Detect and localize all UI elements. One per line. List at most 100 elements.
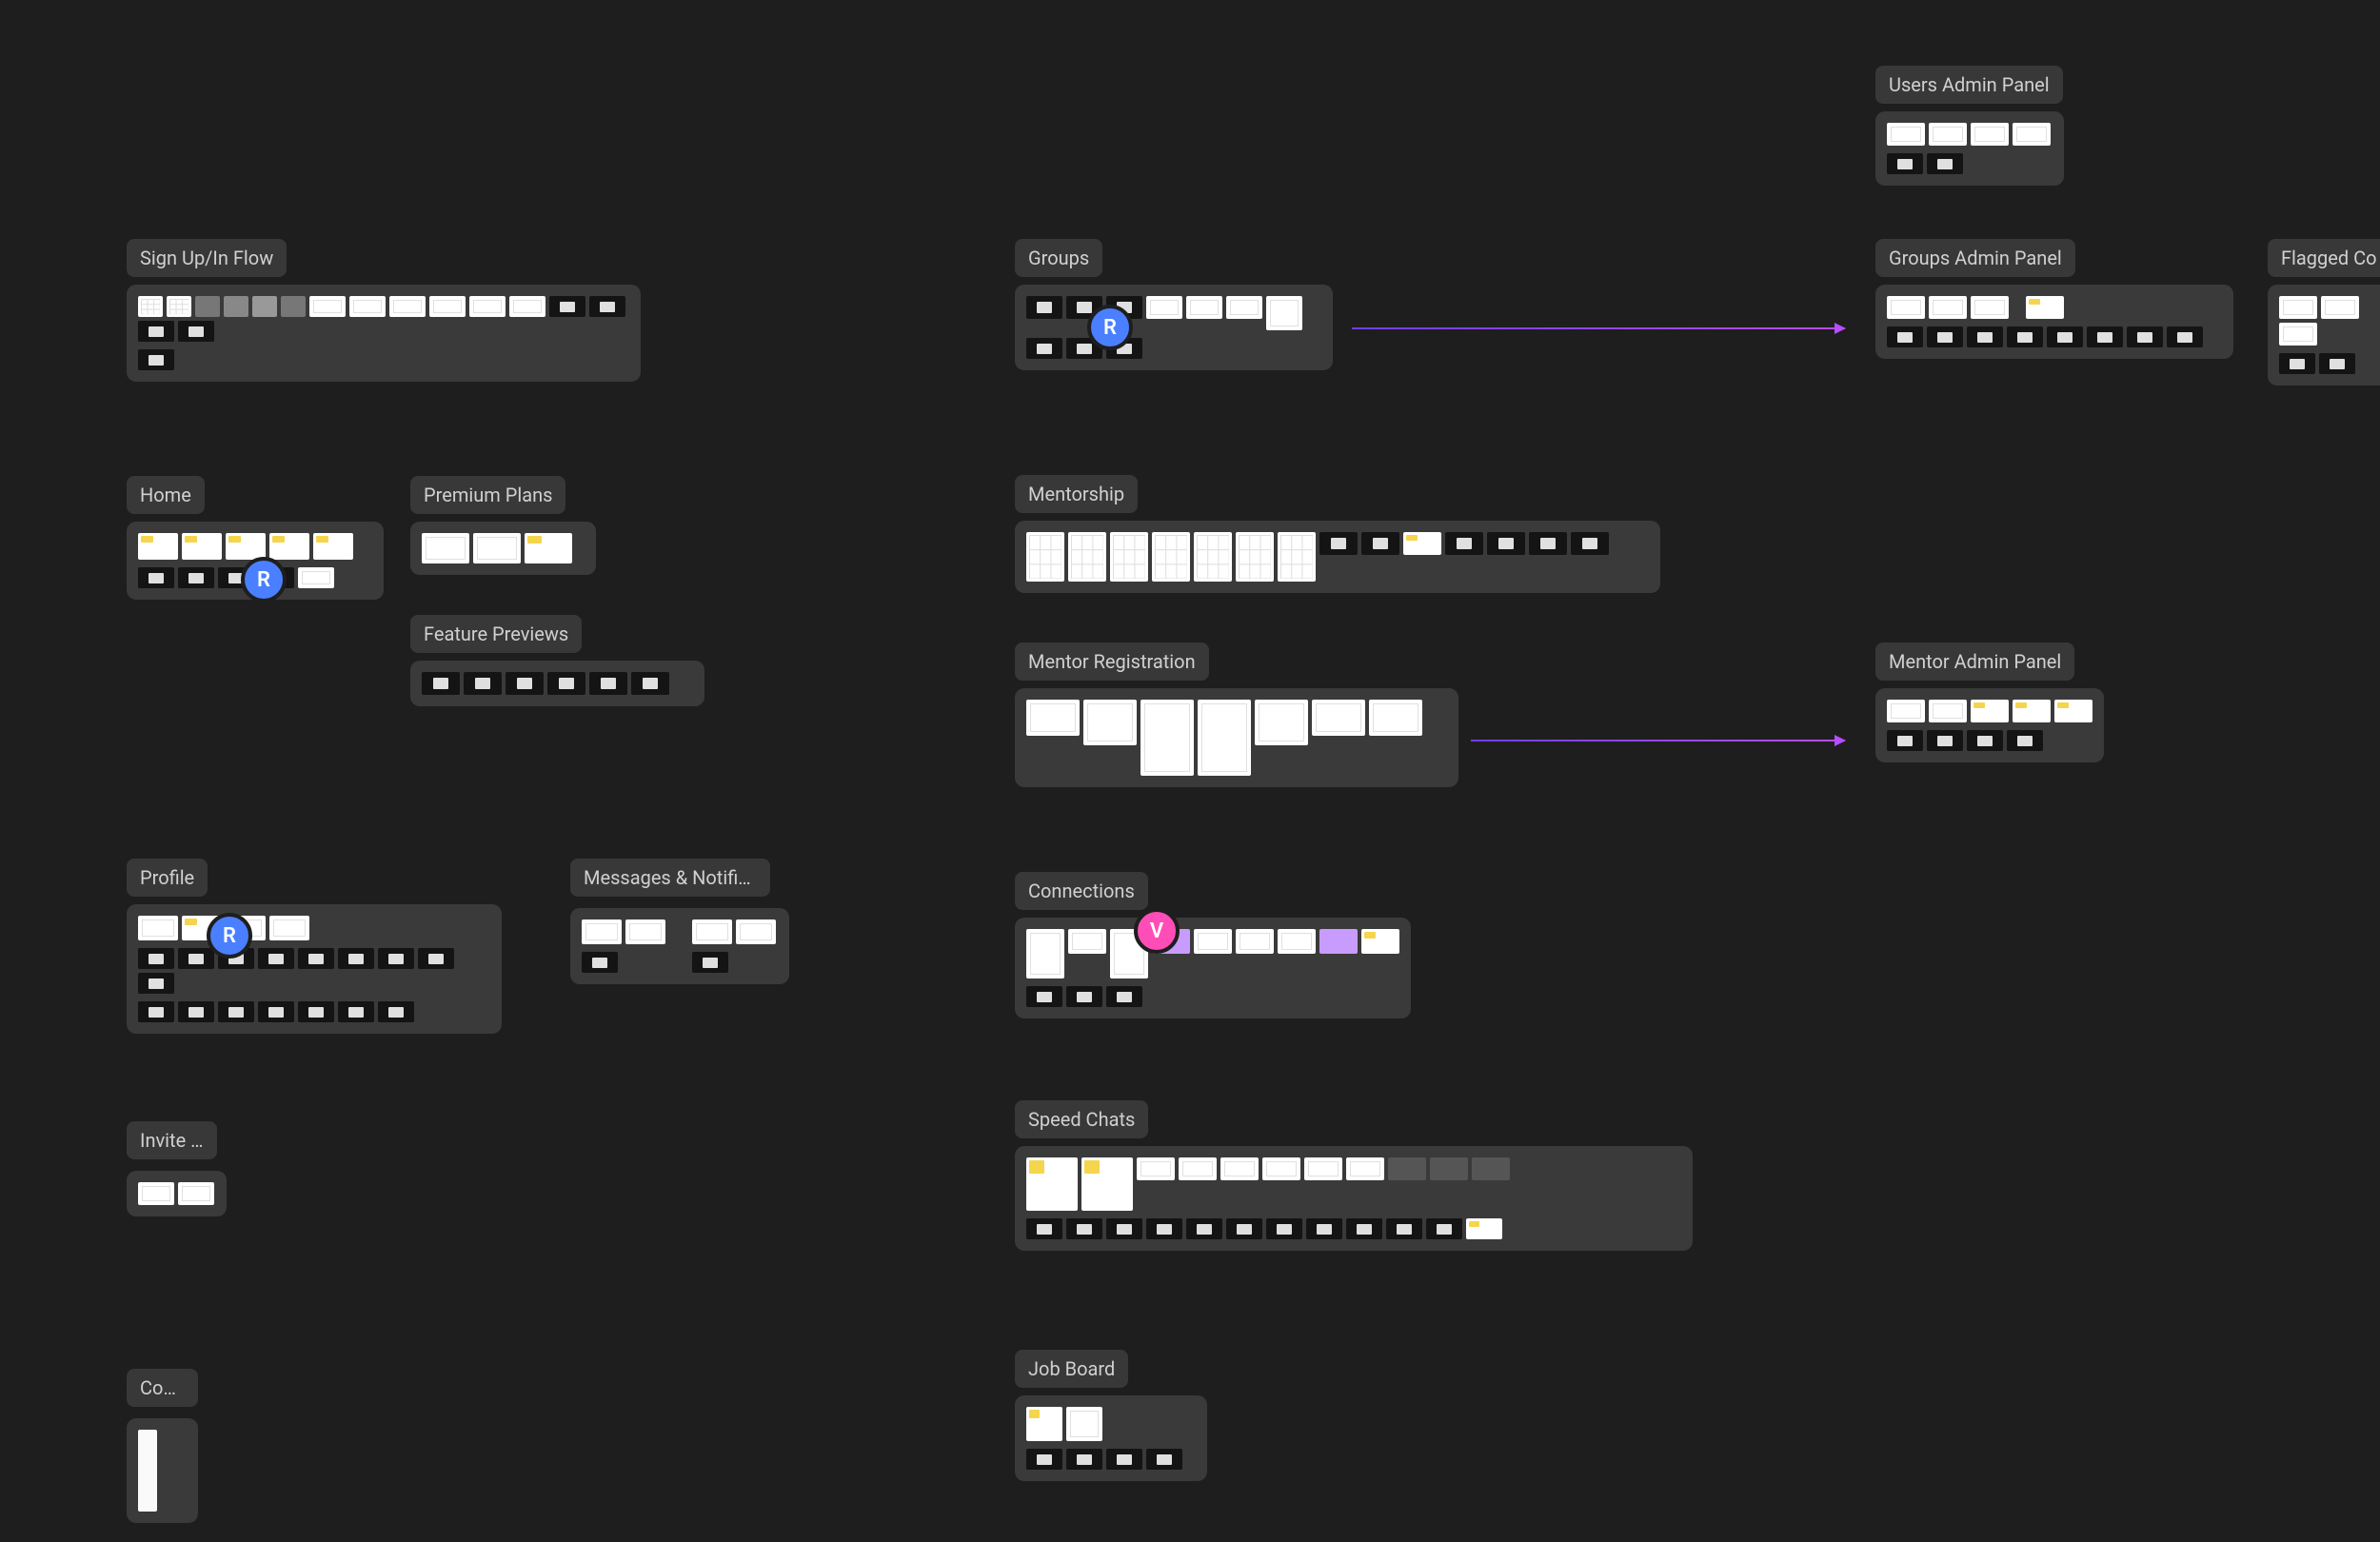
frame-thumb[interactable] <box>138 916 178 940</box>
section-label[interactable]: Job Board <box>1015 1350 1128 1388</box>
section-label[interactable]: Feature Previews <box>410 615 582 653</box>
frame-thumb[interactable] <box>1066 1407 1102 1441</box>
section-premium[interactable]: Premium Plans <box>410 476 596 575</box>
frame-thumb[interactable] <box>338 948 374 969</box>
frame-thumb[interactable] <box>1312 700 1365 736</box>
frame-thumb[interactable] <box>1198 700 1251 776</box>
frame-thumb[interactable] <box>178 948 214 969</box>
frame-thumb[interactable] <box>582 919 622 944</box>
frame-thumb[interactable] <box>1083 700 1137 745</box>
frame-thumb[interactable] <box>1887 700 1925 722</box>
frame-thumb[interactable] <box>178 567 214 588</box>
section-mentor-reg[interactable]: Mentor Registration <box>1015 642 1458 787</box>
frame-thumb[interactable] <box>178 1001 214 1022</box>
frame-thumb[interactable] <box>1194 532 1232 582</box>
frame-thumb[interactable] <box>1403 532 1441 555</box>
frame-thumb[interactable] <box>1110 532 1148 582</box>
frame-thumb[interactable] <box>506 672 544 695</box>
frame-thumb[interactable] <box>1146 296 1182 319</box>
frame-thumb[interactable] <box>182 533 222 560</box>
frame-thumb[interactable] <box>138 296 163 317</box>
frame-thumb[interactable] <box>1430 1157 1468 1180</box>
frame-thumb[interactable] <box>2279 296 2317 319</box>
section-messages[interactable]: Messages & Notifica… <box>570 859 789 984</box>
frame-thumb[interactable] <box>258 1001 294 1022</box>
frame-thumb[interactable] <box>1226 296 1262 319</box>
frame-thumb[interactable] <box>1026 929 1064 979</box>
section-groups[interactable]: Groups <box>1015 239 1333 370</box>
frame-thumb[interactable] <box>1066 1449 1102 1470</box>
section-body[interactable] <box>410 661 704 706</box>
frame-thumb[interactable] <box>252 296 277 317</box>
frame-thumb[interactable] <box>298 567 334 588</box>
frame-thumb[interactable] <box>1927 153 1963 174</box>
frame-thumb[interactable] <box>1306 1218 1342 1239</box>
frame-thumb[interactable] <box>1971 296 2009 319</box>
frame-thumb[interactable] <box>1927 730 1963 751</box>
frame-thumb[interactable] <box>1426 1218 1462 1239</box>
section-body[interactable] <box>1015 521 1660 593</box>
frame-thumb[interactable] <box>1278 929 1316 954</box>
frame-thumb[interactable] <box>338 1001 374 1022</box>
frame-thumb[interactable] <box>1529 532 1567 555</box>
section-body[interactable] <box>2268 285 2380 386</box>
frame-thumb[interactable] <box>1388 1157 1426 1180</box>
frame-thumb[interactable] <box>138 948 174 969</box>
frame-thumb[interactable] <box>2087 326 2123 347</box>
frame-thumb[interactable] <box>138 1182 174 1205</box>
frame-thumb[interactable] <box>429 296 466 317</box>
frame-thumb[interactable] <box>2047 326 2083 347</box>
frame-thumb[interactable] <box>1445 532 1483 555</box>
section-com[interactable]: Com… <box>127 1369 198 1523</box>
frame-thumb[interactable] <box>167 296 191 317</box>
frame-thumb[interactable] <box>178 1182 214 1205</box>
frame-thumb[interactable] <box>736 919 776 944</box>
frame-thumb[interactable] <box>138 1430 157 1512</box>
frame-thumb[interactable] <box>582 952 618 973</box>
frame-thumb[interactable] <box>2279 353 2315 374</box>
frame-thumb[interactable] <box>178 321 214 342</box>
frame-thumb[interactable] <box>509 296 545 317</box>
frame-thumb[interactable] <box>631 672 669 695</box>
frame-thumb[interactable] <box>1369 700 1422 736</box>
frame-thumb[interactable] <box>589 672 627 695</box>
section-label[interactable]: Users Admin Panel <box>1875 66 2063 104</box>
frame-thumb[interactable] <box>1887 730 1923 751</box>
frame-thumb[interactable] <box>2167 326 2203 347</box>
section-label[interactable]: Groups Admin Panel <box>1875 239 2075 277</box>
section-body[interactable] <box>1875 285 2233 359</box>
frame-thumb[interactable] <box>2007 326 2043 347</box>
frame-thumb[interactable] <box>1236 929 1274 954</box>
frame-thumb[interactable] <box>2026 296 2064 319</box>
frame-thumb[interactable] <box>1346 1157 1384 1180</box>
frame-thumb[interactable] <box>625 919 665 944</box>
frame-thumb[interactable] <box>1140 700 1194 776</box>
frame-thumb[interactable] <box>1106 1449 1142 1470</box>
section-features[interactable]: Feature Previews <box>410 615 704 706</box>
frame-thumb[interactable] <box>1081 1157 1133 1211</box>
section-label[interactable]: Groups <box>1015 239 1102 277</box>
section-groups-admin[interactable]: Groups Admin Panel <box>1875 239 2233 359</box>
frame-thumb[interactable] <box>1026 1449 1062 1470</box>
frame-thumb[interactable] <box>1026 986 1062 1007</box>
frame-thumb[interactable] <box>1971 123 2009 146</box>
section-label[interactable]: Sign Up/In Flow <box>127 239 287 277</box>
frame-thumb[interactable] <box>1571 532 1609 555</box>
section-body[interactable] <box>1015 1146 1693 1251</box>
frame-thumb[interactable] <box>378 948 414 969</box>
frame-thumb[interactable] <box>1887 123 1925 146</box>
frame-thumb[interactable] <box>1186 1218 1222 1239</box>
frame-thumb[interactable] <box>1026 338 1062 359</box>
section-label[interactable]: Connections <box>1015 872 1148 910</box>
frame-thumb[interactable] <box>138 567 174 588</box>
frame-thumb[interactable] <box>422 672 460 695</box>
frame-thumb[interactable] <box>1967 326 2003 347</box>
frame-thumb[interactable] <box>1236 532 1274 582</box>
section-label[interactable]: Premium Plans <box>410 476 565 514</box>
frame-thumb[interactable] <box>1146 1449 1182 1470</box>
section-body[interactable] <box>1875 688 2104 762</box>
section-label[interactable]: Messages & Notifica… <box>570 859 770 897</box>
frame-thumb[interactable] <box>298 948 334 969</box>
section-body[interactable] <box>1015 285 1333 370</box>
frame-thumb[interactable] <box>2013 700 2051 722</box>
